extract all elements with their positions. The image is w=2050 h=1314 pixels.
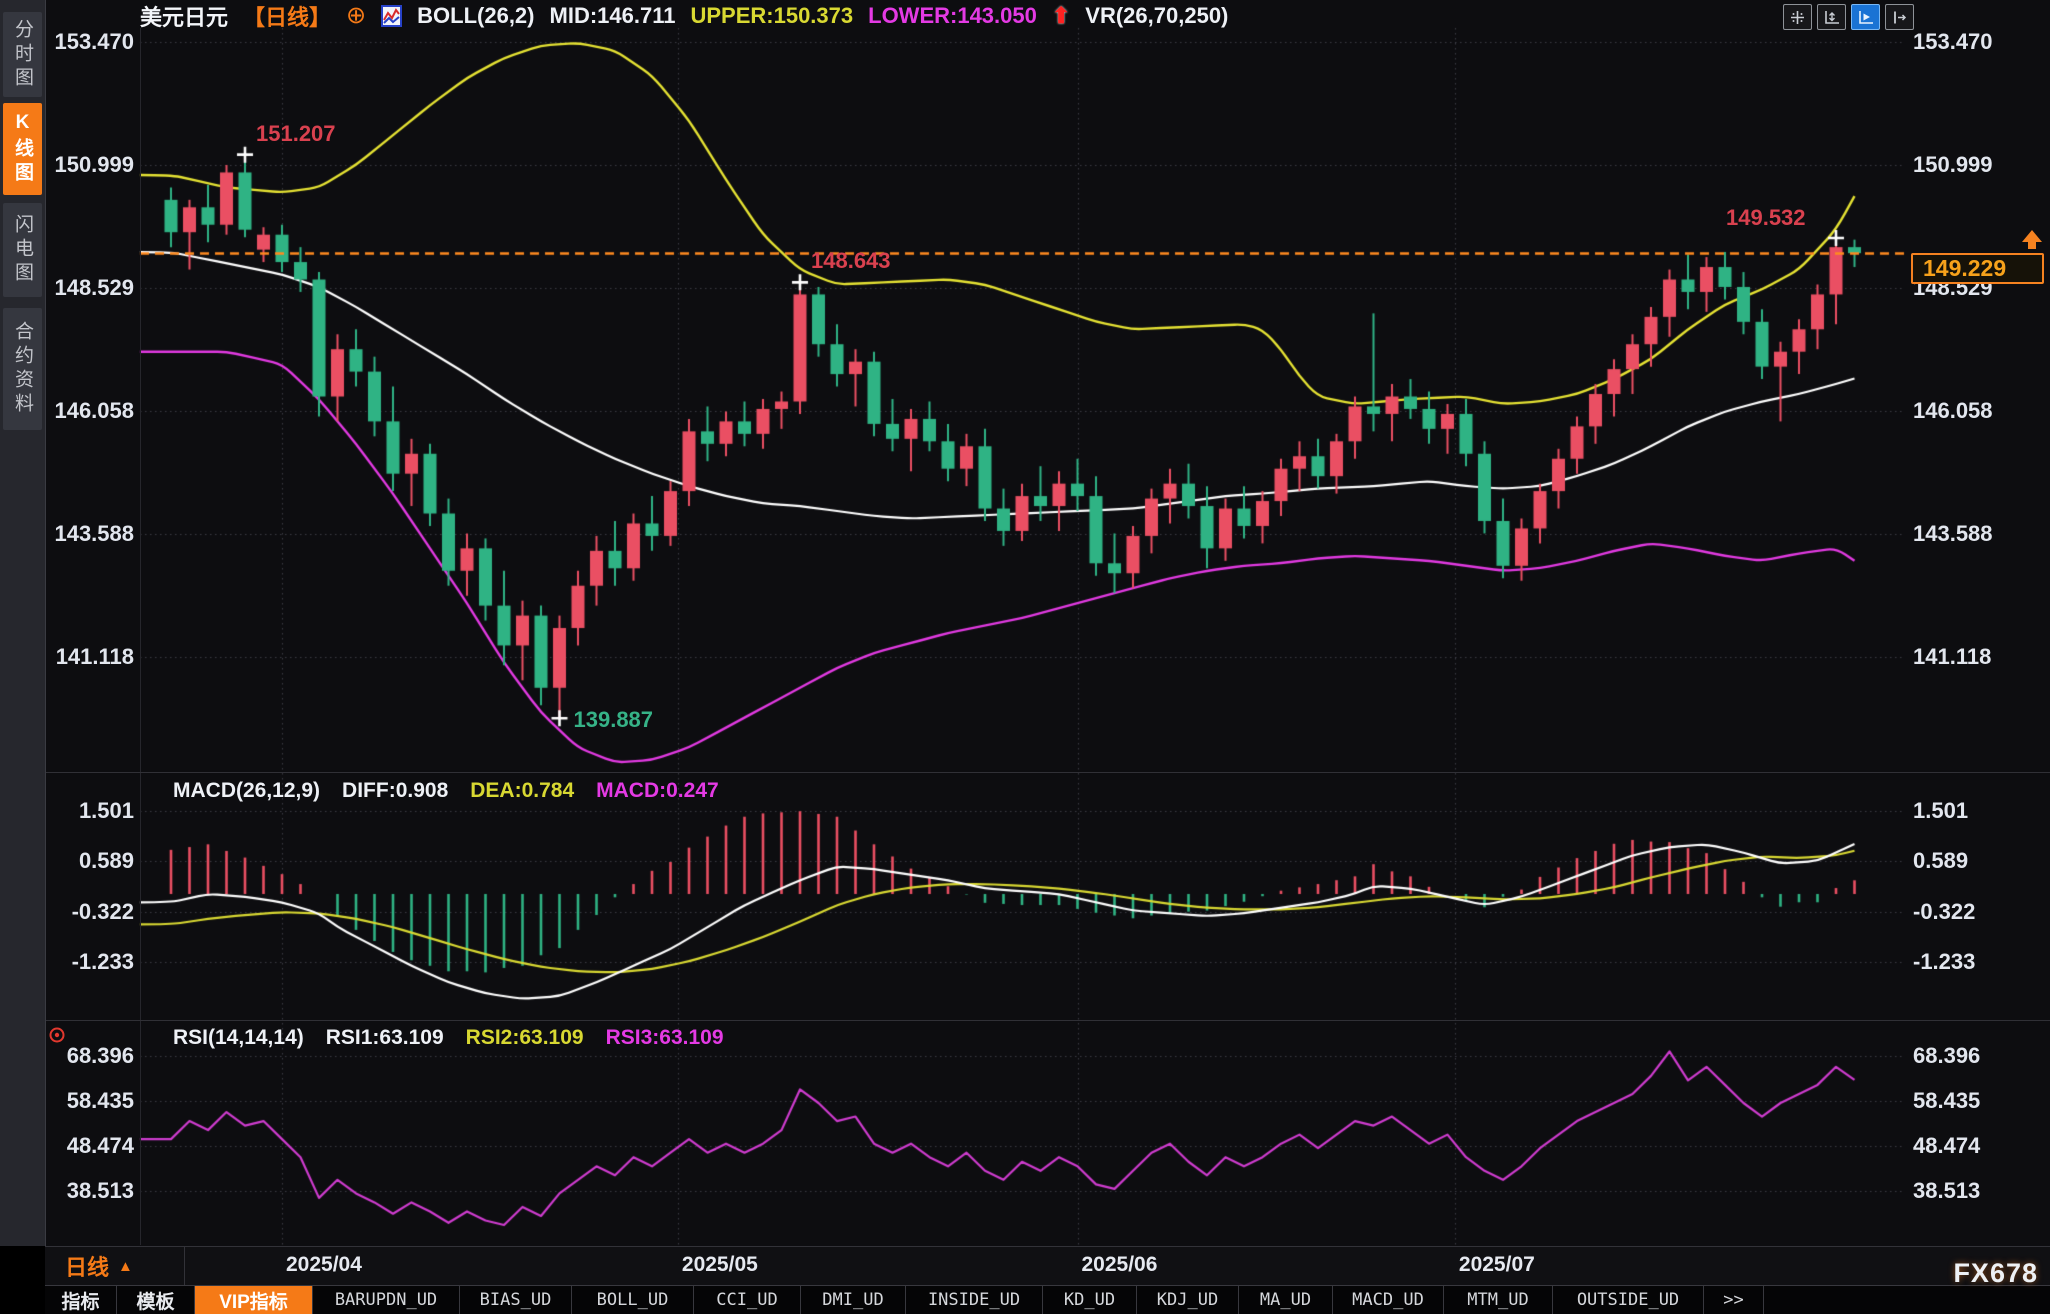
price-axis-label-left: 150.999 [38,152,134,178]
price-axis-label-left: 153.470 [38,29,134,55]
sidebar-tab-4[interactable]: 合约资料 [3,308,42,430]
sidebar-bottom-corner [0,1246,45,1314]
watermark: FX678 [1953,1258,2038,1289]
bottom-tab-[interactable]: >> [1704,1286,1764,1314]
date-label: 2025/07 [1459,1253,1535,1277]
pane-separator [45,1020,2050,1021]
bottom-tab-kdud[interactable]: KD_UD [1043,1286,1137,1314]
rsi-axis-label-right: 58.435 [1913,1088,1980,1114]
bottom-tab-[interactable]: 指标 [45,1286,117,1314]
macd-axis-label-right: -1.233 [1913,949,1975,975]
date-label: 2025/04 [286,1253,362,1277]
macd-axis-label-left: 0.589 [38,848,134,874]
bottom-tab-vip[interactable]: VIP指标 [195,1286,313,1314]
left-sidebar: 分时图 K线图闪电图合约资料 [0,0,46,1246]
rsi-axis-label-right: 68.396 [1913,1043,1980,1069]
chart-toolbar [1783,4,1914,30]
price-axis-label-right: 150.999 [1913,152,1993,178]
indicator-dot-icon[interactable] [48,1026,66,1049]
rsi-title: RSI(14,14,14) [173,1026,304,1050]
sidebar-tab-1[interactable]: 分时图 [3,12,42,97]
price-tag-arrow-icon [2022,230,2042,254]
alert-up-arrow-icon: ⬆ [1052,3,1070,29]
symbol-title: 美元日元 [140,0,228,32]
macd-axis-label-left: 1.501 [38,798,134,824]
price-axis-label-left: 146.058 [38,398,134,424]
plot-left-border [140,28,141,1245]
bottom-tab-maud[interactable]: MA_UD [1239,1286,1333,1314]
axis-shift-tool-button[interactable] [1885,4,1914,30]
macd-title: MACD(26,12,9) [173,779,320,803]
axis-play-tool-button[interactable] [1851,4,1880,30]
price-axis-label-left: 148.529 [38,275,134,301]
price-axis-label-right: 143.588 [1913,521,1993,547]
mini-chart-icon[interactable] [381,5,402,27]
price-axis-label-left: 143.588 [38,521,134,547]
date-label: 2025/05 [682,1253,758,1277]
kline-chart-canvas[interactable] [0,0,2050,1314]
bottom-tab-barupdnud[interactable]: BARUPDN_UD [313,1286,460,1314]
timeframe-label: 日线 [65,1250,109,1282]
rsi3-value: RSI3:63.109 [606,1026,724,1050]
macd-diff-value: DIFF:0.908 [342,779,448,803]
macd-axis-label-left: -0.322 [38,899,134,925]
axis-scale-tool-button[interactable] [1817,4,1846,30]
macd-header: MACD(26,12,9) DIFF:0.908 DEA:0.784 MACD:… [173,779,719,803]
macd-axis-label-left: -1.233 [38,949,134,975]
boll-lower-value: LOWER:143.050 [868,3,1037,29]
macd-macd-value: MACD:0.247 [596,779,719,803]
boll-mid-value: MID:146.711 [550,3,676,29]
bottom-tab-cciud[interactable]: CCI_UD [694,1286,801,1314]
pane-separator [45,772,2050,773]
timeframe-selector[interactable]: 日线 ▲ [45,1247,185,1285]
price-annotation-149.532: 149.532 [1726,205,1806,231]
chart-header: 美元日元 【日线】 ⊕ BOLL(26,2) MID:146.711 UPPER… [140,3,1228,29]
crosshair-tool-button[interactable] [1783,4,1812,30]
circle-plus-icon[interactable]: ⊕ [346,6,366,26]
sidebar-tab-3[interactable]: 闪电图 [3,203,42,297]
rsi2-value: RSI2:63.109 [466,1026,584,1050]
rsi-axis-label-left: 58.435 [38,1088,134,1114]
bottom-tab-[interactable]: 模板 [117,1286,195,1314]
bottom-tab-mtmud[interactable]: MTM_UD [1444,1286,1553,1314]
current-price-value: 149.229 [1923,255,2006,282]
indicator-tab-bar: 指标模板VIP指标BARUPDN_UDBIAS_UDBOLL_UDCCI_UDD… [45,1285,2050,1314]
bottom-tab-outsideud[interactable]: OUTSIDE_UD [1553,1286,1704,1314]
period-tag[interactable]: 【日线】 [243,0,331,32]
price-annotation-139.887: 139.887 [574,707,654,733]
boll-label: BOLL(26,2) [417,3,534,29]
price-axis-label-left: 141.118 [38,644,134,670]
bottom-tab-biasud[interactable]: BIAS_UD [460,1286,572,1314]
bottom-tab-kdjud[interactable]: KDJ_UD [1137,1286,1239,1314]
sidebar-tab-2[interactable]: K线图 [3,103,42,195]
price-axis-label-right: 146.058 [1913,398,1993,424]
macd-dea-value: DEA:0.784 [470,779,574,803]
macd-axis-label-right: 0.589 [1913,848,1968,874]
rsi1-value: RSI1:63.109 [326,1026,444,1050]
macd-axis-label-right: 1.501 [1913,798,1968,824]
current-price-tag: 149.229 [1911,253,2044,284]
boll-upper-value: UPPER:150.373 [690,3,853,29]
rsi-header: RSI(14,14,14) RSI1:63.109 RSI2:63.109 RS… [173,1026,724,1050]
bottom-tab-insideud[interactable]: INSIDE_UD [906,1286,1043,1314]
price-annotation-148.643: 148.643 [811,248,891,274]
rsi-axis-label-right: 48.474 [1913,1133,1980,1159]
rsi-axis-label-left: 48.474 [38,1133,134,1159]
vr-label: VR(26,70,250) [1085,3,1228,29]
timeframe-arrow-icon: ▲ [118,1258,133,1275]
date-label: 2025/06 [1082,1253,1158,1277]
bottom-tab-bollud[interactable]: BOLL_UD [572,1286,694,1314]
price-annotation-151.207: 151.207 [256,121,336,147]
bottom-tab-dmiud[interactable]: DMI_UD [801,1286,906,1314]
bottom-tab-macdud[interactable]: MACD_UD [1333,1286,1444,1314]
price-axis-label-right: 153.470 [1913,29,1993,55]
rsi-axis-label-left: 38.513 [38,1178,134,1204]
price-axis-label-right: 141.118 [1913,644,1991,670]
rsi-axis-label-right: 38.513 [1913,1178,1980,1204]
macd-axis-label-right: -0.322 [1913,899,1975,925]
